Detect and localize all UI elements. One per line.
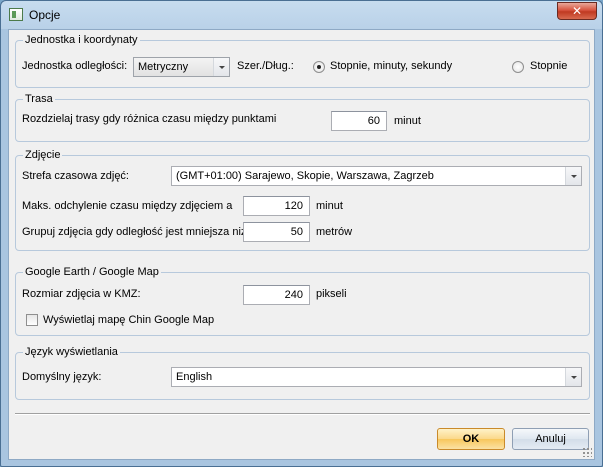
- kmz-size-unit: pikseli: [316, 288, 347, 300]
- ok-button[interactable]: OK: [437, 428, 505, 450]
- options-window-icon: [9, 8, 23, 21]
- china-map-checkbox[interactable]: [26, 314, 38, 326]
- china-map-label[interactable]: Wyświetlaj mapę Chin Google Map: [43, 313, 214, 327]
- timezone-value: (GMT+01:00) Sarajewo, Skopie, Warszawa, …: [176, 170, 434, 182]
- options-dialog: Opcje ✕ Jednostka i koordynaty Jednostka…: [0, 0, 603, 467]
- title-bar[interactable]: Opcje ✕: [1, 1, 602, 29]
- group-title-route: Trasa: [23, 93, 55, 106]
- default-language-value: English: [176, 371, 213, 383]
- close-icon: ✕: [571, 4, 583, 18]
- radio-dms-label[interactable]: Stopnie, minuty, sekundy: [330, 59, 452, 73]
- group-title-google: Google Earth / Google Map: [23, 266, 161, 279]
- kmz-size-label: Rozmiar zdjęcia w KMZ:: [22, 288, 141, 300]
- default-language-label: Domyślny język:: [22, 371, 102, 383]
- distance-unit-value: Metryczny: [138, 61, 189, 73]
- close-button[interactable]: ✕: [557, 2, 597, 20]
- group-distance-label: Grupuj zdjęcia gdy odległość jest mniejs…: [22, 226, 247, 238]
- chevron-down-icon[interactable]: [565, 167, 581, 185]
- group-title-units: Jednostka i koordynaty: [23, 34, 140, 47]
- default-language-select[interactable]: English: [171, 367, 582, 387]
- group-route: Trasa Rozdzielaj trasy gdy różnica czasu…: [15, 93, 590, 142]
- distance-unit-label: Jednostka odległości:: [22, 60, 128, 72]
- time-deviation-unit: minut: [316, 200, 343, 212]
- time-deviation-label: Maks. odchylenie czasu między zdjęciem a: [22, 200, 233, 212]
- group-title-photo: Zdjęcie: [23, 149, 63, 162]
- group-photo: Zdjęcie Strefa czasowa zdjęć: (GMT+01:00…: [15, 149, 590, 251]
- dialog-client-area: Jednostka i koordynaty Jednostka odległo…: [8, 29, 595, 460]
- time-deviation-input[interactable]: 120: [243, 196, 310, 216]
- chevron-down-icon[interactable]: [565, 368, 581, 386]
- split-route-input[interactable]: 60: [331, 111, 387, 131]
- chevron-down-icon[interactable]: [213, 58, 229, 76]
- split-route-label: Rozdzielaj trasy gdy różnica czasu międz…: [22, 113, 277, 125]
- group-language: Język wyświetlania Domyślny język: Engli…: [15, 346, 590, 400]
- radio-degrees-label[interactable]: Stopnie: [530, 59, 567, 73]
- timezone-select[interactable]: (GMT+01:00) Sarajewo, Skopie, Warszawa, …: [171, 166, 582, 186]
- distance-unit-select[interactable]: Metryczny: [133, 57, 230, 77]
- radio-dms[interactable]: [313, 61, 325, 73]
- group-distance-unit: metrów: [316, 226, 353, 238]
- group-distance-input[interactable]: 50: [243, 222, 310, 242]
- radio-degrees[interactable]: [512, 61, 524, 73]
- kmz-size-input[interactable]: 240: [243, 285, 310, 305]
- resize-grip-icon[interactable]: [582, 447, 592, 457]
- cancel-button[interactable]: Anuluj: [512, 428, 589, 450]
- window-title: Opcje: [29, 8, 61, 22]
- split-route-unit: minut: [394, 115, 421, 127]
- group-title-language: Język wyświetlania: [23, 346, 120, 359]
- group-google: Google Earth / Google Map Rozmiar zdjęci…: [15, 266, 590, 336]
- timezone-label: Strefa czasowa zdjęć:: [22, 170, 129, 182]
- footer-separator: [15, 413, 590, 415]
- latlon-label: Szer./Dług.:: [237, 60, 294, 72]
- group-units: Jednostka i koordynaty Jednostka odległo…: [15, 34, 590, 88]
